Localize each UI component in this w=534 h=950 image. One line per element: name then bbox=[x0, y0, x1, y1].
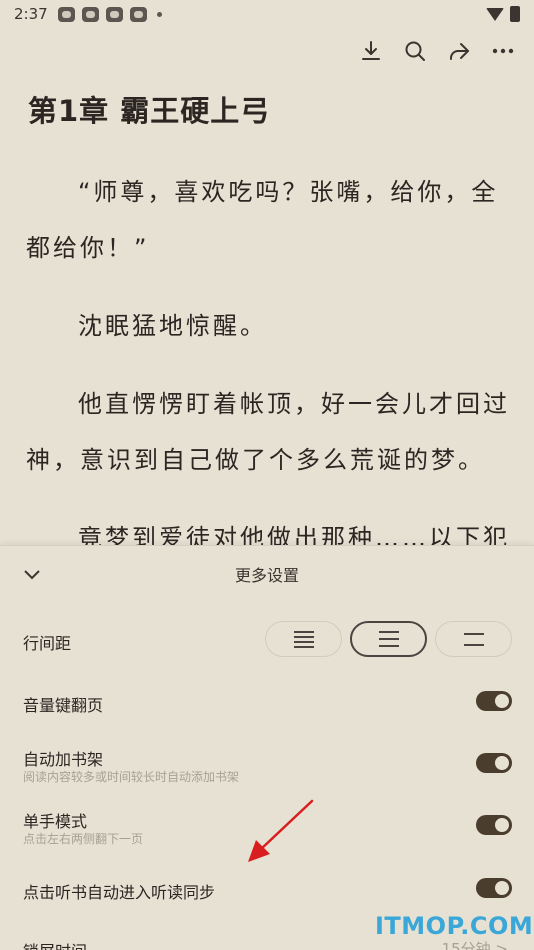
line-spacing-label: 行间距 bbox=[23, 634, 72, 653]
more-icon bbox=[492, 48, 514, 54]
volume-key-toggle[interactable] bbox=[476, 691, 512, 711]
watermark: ITMOP.COM bbox=[375, 912, 534, 940]
auto-shelf-label: 自动加书架 bbox=[23, 750, 104, 769]
share-button[interactable] bbox=[446, 34, 472, 68]
auto-shelf-subtitle: 阅读内容较多或时间较长时自动添加书架 bbox=[23, 770, 240, 784]
one-hand-subtitle: 点击左右两侧翻下一页 bbox=[23, 832, 144, 846]
battery-icon bbox=[510, 6, 520, 22]
listen-sync-toggle[interactable] bbox=[476, 878, 512, 898]
paragraph: 沈眠猛地惊醒。 bbox=[78, 312, 267, 340]
more-notifications-dot bbox=[156, 11, 162, 17]
status-time: 2:37 bbox=[14, 5, 48, 23]
one-hand-label: 单手模式 bbox=[23, 812, 88, 831]
reader-toolbar bbox=[358, 34, 516, 68]
auto-shelf-toggle[interactable] bbox=[476, 753, 512, 773]
notification-icon bbox=[105, 6, 123, 22]
chapter-title: 第1章 霸王硬上弓 bbox=[28, 94, 271, 128]
line-spacing-tight-button[interactable] bbox=[265, 621, 342, 657]
search-button[interactable] bbox=[402, 34, 428, 68]
line-spacing-medium-button[interactable] bbox=[350, 621, 427, 657]
download-button[interactable] bbox=[358, 34, 384, 68]
medium-lines-icon bbox=[378, 631, 399, 647]
one-hand-toggle[interactable] bbox=[476, 815, 512, 835]
tight-lines-icon bbox=[293, 630, 314, 648]
listen-sync-label: 点击听书自动进入听读同步 bbox=[23, 883, 216, 902]
panel-title: 更多设置 bbox=[234, 566, 299, 585]
volume-key-label: 音量键翻页 bbox=[23, 696, 104, 715]
status-bar: 2:37 bbox=[0, 0, 534, 28]
wifi-icon bbox=[486, 7, 504, 21]
collapse-button[interactable] bbox=[20, 562, 46, 588]
search-icon bbox=[405, 41, 425, 61]
chevron-down-icon bbox=[24, 570, 40, 580]
share-icon bbox=[450, 43, 469, 60]
loose-lines-icon bbox=[463, 632, 484, 646]
lock-screen-label: 锁屏时间 bbox=[23, 938, 87, 950]
more-button[interactable] bbox=[490, 34, 516, 68]
paragraph: “师尊，喜欢吃吗？张嘴，给你，全都给你！” bbox=[26, 178, 499, 262]
red-arrow-annotation bbox=[248, 799, 314, 862]
paragraph: 他直愣愣盯着帐顶，好一会儿才回过神，意识到自己做了个多么荒诞的梦。 bbox=[26, 390, 510, 474]
panel-header: 更多设置 bbox=[0, 546, 534, 602]
line-spacing-loose-button[interactable] bbox=[435, 621, 512, 657]
download-icon bbox=[362, 41, 380, 60]
line-spacing-options bbox=[265, 621, 512, 657]
more-settings-panel: 更多设置 行间距 音量键翻页 自动加书架 阅读内容较多或时间较长时自动添加书架 … bbox=[0, 545, 534, 950]
notification-icon bbox=[81, 6, 99, 22]
notification-icon bbox=[57, 6, 75, 22]
notification-icon bbox=[129, 6, 147, 22]
